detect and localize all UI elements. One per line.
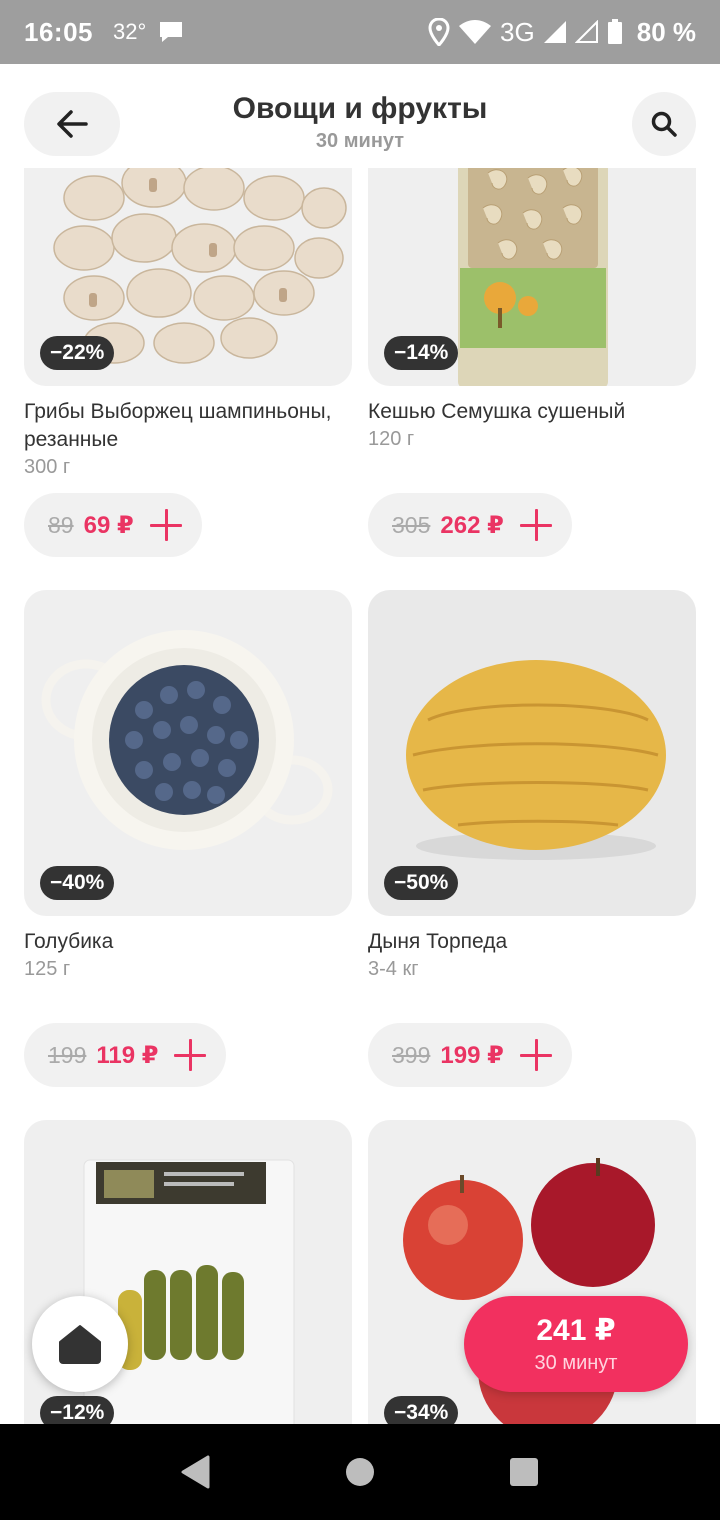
product-image[interactable]: −14% (368, 168, 696, 386)
discount-badge: −34% (384, 1396, 459, 1424)
status-temperature: 32° (113, 19, 147, 44)
add-to-cart-button[interactable]: 305 262 ₽ (368, 493, 572, 557)
plus-icon (172, 1037, 208, 1073)
signal-icon (543, 21, 566, 43)
nav-home-button[interactable] (340, 1452, 380, 1492)
product-grid: −22% Грибы Выборжец шампиньоны, резанные… (0, 168, 720, 1424)
cart-eta: 30 минут (534, 1352, 618, 1374)
add-to-cart-button[interactable]: 199 119 ₽ (24, 1023, 227, 1087)
add-to-cart-button[interactable]: 399 199 ₽ (368, 1023, 572, 1087)
plus-icon (148, 507, 184, 543)
location-icon (428, 18, 450, 46)
page-subtitle: 30 минут (315, 130, 405, 152)
page-title: Овощи и фрукты (232, 92, 488, 125)
new-price: 262 ₽ (440, 511, 504, 539)
search-icon (651, 111, 677, 137)
network-type: 3G (500, 16, 535, 47)
product-name: Голубика (24, 930, 114, 953)
cart-total: 241 ₽ (536, 1314, 616, 1347)
nav-recents-button[interactable] (504, 1452, 544, 1492)
new-price: 199 ₽ (440, 1041, 504, 1069)
product-image[interactable]: −22% (24, 168, 352, 386)
app-header: Овощи и фрукты 30 минут (0, 64, 720, 168)
product-name: Грибы Выборжец шампиньоны, резанные (24, 400, 332, 451)
new-price: 69 ₽ (83, 511, 134, 539)
message-icon (160, 22, 183, 42)
old-price: 399 (392, 1041, 431, 1068)
square-recents-icon (510, 1458, 538, 1486)
discount-badge: −40% (40, 866, 115, 900)
discount-badge: −50% (384, 866, 459, 900)
product-image[interactable]: −50% (368, 590, 696, 916)
battery-level: 80 % (636, 16, 696, 47)
home-icon (59, 1325, 101, 1364)
signal-empty-icon (574, 20, 598, 43)
product-weight: 120 г (368, 428, 415, 450)
plus-icon (518, 507, 554, 543)
nav-back-button[interactable] (176, 1452, 216, 1492)
product-image[interactable]: −40% (24, 590, 352, 916)
product-name: Дыня Торпеда (368, 930, 508, 953)
product-weight: 3-4 кг (368, 958, 419, 980)
old-price: 89 (48, 511, 74, 538)
product-weight: 300 г (24, 456, 71, 478)
discount-badge: −14% (384, 336, 459, 370)
battery-icon (607, 19, 622, 44)
triangle-back-icon (181, 1455, 210, 1489)
product-weight: 125 г (24, 958, 71, 980)
system-nav-bar (0, 1424, 720, 1520)
old-price: 199 (48, 1041, 87, 1068)
new-price: 119 ₽ (96, 1041, 159, 1069)
discount-badge: −22% (40, 336, 115, 370)
product-name: Кешью Семушка сушеный (368, 400, 626, 423)
status-right: 3G 80 % (428, 17, 696, 48)
discount-badge: −12% (40, 1396, 115, 1424)
cart-button[interactable]: 241 ₽ 30 минут (464, 1296, 688, 1392)
home-button[interactable] (32, 1296, 128, 1392)
circle-home-icon (346, 1458, 374, 1486)
search-button[interactable] (632, 92, 696, 156)
add-to-cart-button[interactable]: 89 69 ₽ (24, 493, 202, 557)
wifi-icon (459, 20, 492, 44)
status-bar: 16:05 32° 3G 80 % (0, 0, 720, 64)
status-time: 16:05 (24, 16, 93, 47)
plus-icon (518, 1037, 554, 1073)
old-price: 305 (392, 511, 431, 538)
